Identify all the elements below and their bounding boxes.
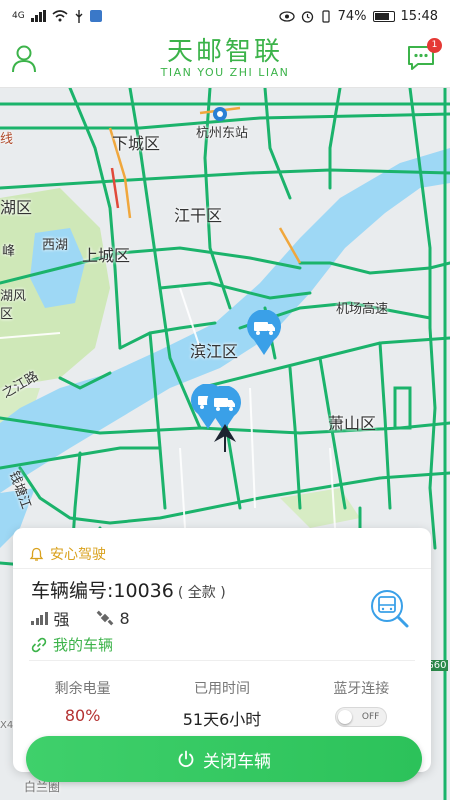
close-vehicle-label: 关闭车辆 xyxy=(203,751,271,772)
satellite-icon xyxy=(96,610,113,626)
truck-pin-icon xyxy=(247,309,281,355)
logo-english: TIAN YOU ZHI LIAN xyxy=(160,66,290,79)
logo-chinese: 天邮智联 xyxy=(166,37,283,67)
link-icon xyxy=(31,637,47,652)
map-label-hangzhou-east: 杭州东站 xyxy=(196,126,249,141)
app-header: 天邮智联 TIAN YOU ZHI LIAN 1 xyxy=(0,32,450,88)
battery-stat: 剩余电量 80% xyxy=(13,678,152,726)
card-divider xyxy=(29,660,415,661)
power-icon xyxy=(178,750,194,768)
vehicle-number-text: 车辆编号:10036 xyxy=(31,580,174,602)
battery-stat-label: 剩余电量 xyxy=(54,681,111,697)
vehicle-payment-type: ( 全款 ) xyxy=(177,585,226,601)
signal-strength-value: 强 xyxy=(53,610,70,629)
map-label-xiacheng: 下城区 xyxy=(112,134,161,153)
stats-row: 剩余电量 80% 已用时间 51天6小时 蓝牙连接 OFF xyxy=(13,678,431,729)
my-vehicles-label: 我的车辆 xyxy=(53,636,114,654)
map-label-x4: X4 xyxy=(0,720,14,731)
battery-stat-value: 80% xyxy=(64,706,101,725)
message-count-badge: 1 xyxy=(427,38,442,53)
map-label-xian: 线 xyxy=(0,132,14,147)
network-type: 4G xyxy=(12,11,25,21)
safe-drive-label: 安心驾驶 xyxy=(50,547,106,563)
find-vehicle-button[interactable] xyxy=(367,586,411,630)
status-bar: 4G 74% 15:48 xyxy=(0,0,450,32)
eye-icon xyxy=(278,10,295,22)
vibrate-icon xyxy=(322,9,330,23)
signal-strength-icon xyxy=(31,611,48,625)
safe-drive-row: 安心驾驶 xyxy=(29,544,106,564)
toggle-knob xyxy=(338,709,353,724)
bluetooth-stat: 蓝牙连接 OFF xyxy=(292,678,431,727)
bluetooth-label: 蓝牙连接 xyxy=(333,681,390,697)
close-vehicle-button[interactable]: 关闭车辆 xyxy=(26,736,422,782)
bell-icon xyxy=(29,547,44,561)
card-divider xyxy=(13,568,431,569)
bluetooth-toggle[interactable]: OFF xyxy=(335,706,388,727)
battery-icon xyxy=(372,10,395,22)
clock: 15:48 xyxy=(400,8,438,24)
current-location-arrow xyxy=(212,422,238,454)
usb-icon xyxy=(75,9,83,23)
battery-percent: 74% xyxy=(337,8,367,24)
cell-signal-icon xyxy=(30,10,46,22)
map-label-shangcheng: 上城区 xyxy=(82,246,131,265)
map-label-xihu-district: 湖区 xyxy=(0,198,33,217)
usage-time-stat: 已用时间 51天6小时 xyxy=(152,678,291,729)
navigation-arrow-icon xyxy=(214,424,236,452)
signal-row: 强 8 xyxy=(31,606,130,630)
map-label-feng: 峰 xyxy=(2,244,16,259)
wifi-icon xyxy=(52,10,68,22)
alarm-icon xyxy=(301,10,313,23)
map-label-jianggan: 江干区 xyxy=(174,206,223,225)
map-label-xiaoshan: 萧山区 xyxy=(328,414,377,433)
toggle-state: OFF xyxy=(361,711,380,722)
app-logo: 天邮智联 TIAN YOU ZHI LIAN xyxy=(0,37,450,79)
bluetooth-toggle-wrap: OFF xyxy=(292,706,431,727)
map-label-binjiang: 滨江区 xyxy=(190,342,239,361)
usage-time-label: 已用时间 xyxy=(193,681,250,697)
satellite-count: 8 xyxy=(119,608,130,628)
app-notification-icon xyxy=(89,10,102,22)
map-label-airport-highway: 机场高速 xyxy=(336,302,389,317)
bus-search-icon xyxy=(371,590,409,628)
map-label-xihu: 西湖 xyxy=(42,238,69,253)
map-label-hufeng: 湖风 区 xyxy=(0,289,27,322)
usage-time-value: 51天6小时 xyxy=(182,710,262,729)
my-vehicles-link[interactable]: 我的车辆 xyxy=(31,634,113,655)
messages-button[interactable]: 1 xyxy=(406,38,442,72)
vehicle-marker[interactable] xyxy=(246,309,282,356)
vehicle-number: 车辆编号:10036( 全款 ) xyxy=(31,576,226,603)
